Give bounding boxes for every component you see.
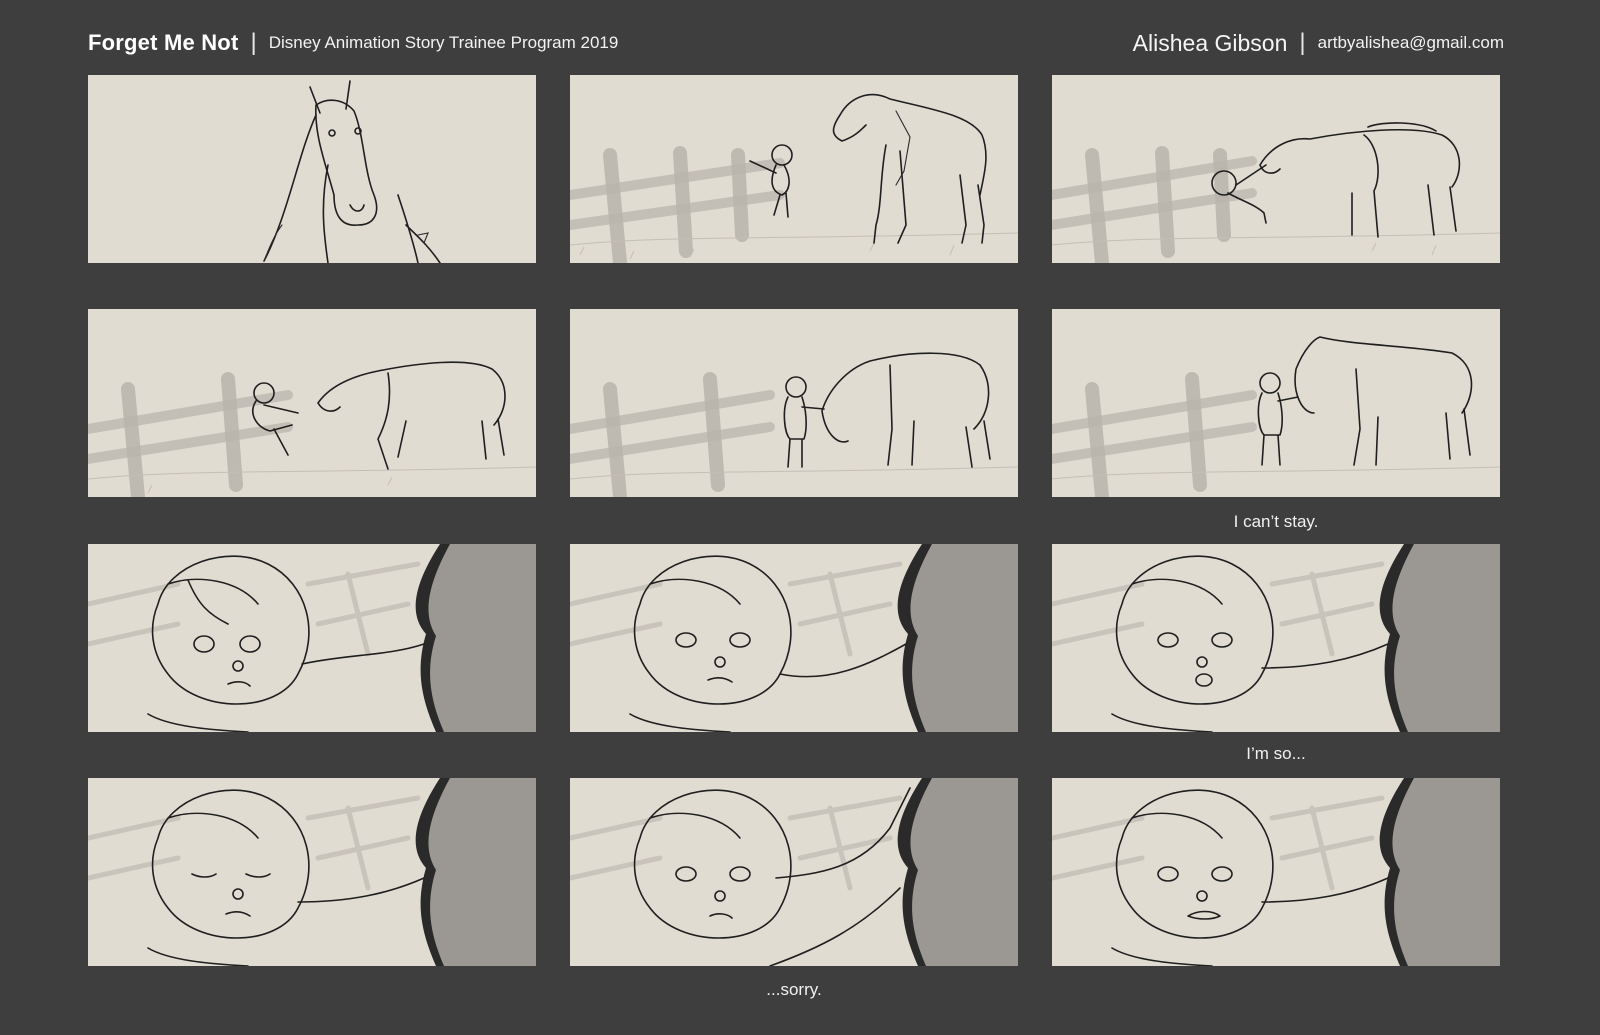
program-name: Disney Animation Story Trainee Program 2…	[268, 33, 619, 52]
author-email: artbyalishea@gmail.com	[1317, 33, 1504, 52]
storyboard-panel-9	[1052, 544, 1500, 732]
storyboard-panel-1	[88, 75, 536, 263]
header-right: Alishea Gibson | artbyalishea@gmail.com	[1133, 29, 1504, 57]
panel-caption: ...sorry.	[766, 980, 822, 999]
girl-face-closeup-sketch	[88, 544, 536, 732]
girl-petting-horse-sketch	[570, 352, 1018, 497]
header-divider: |	[1299, 29, 1306, 56]
panel-caption: I’m so...	[1246, 744, 1306, 763]
author-name: Alishea Gibson	[1132, 29, 1288, 56]
storyboard-panel-10	[88, 778, 536, 966]
project-title: Forget Me Not	[88, 30, 239, 55]
storyboard-panel-5	[570, 309, 1018, 497]
storyboard-panel-3	[1052, 75, 1500, 263]
girl-face-closeup-sketch	[570, 778, 1018, 966]
girl-climbing-fence-sketch	[88, 361, 536, 497]
girl-face-closeup-sketch	[1052, 778, 1500, 966]
storyboard-panel-6	[1052, 309, 1500, 497]
storyboard-panel-11	[570, 778, 1018, 966]
panel-caption: I can’t stay.	[1233, 512, 1319, 531]
storyboard-panel-8	[570, 544, 1018, 732]
girl-on-fence-horse-sketch	[570, 93, 1018, 263]
header: Forget Me Not | Disney Animation Story T…	[88, 26, 1504, 60]
storyboard-panel-4	[88, 309, 536, 497]
header-left: Forget Me Not | Disney Animation Story T…	[88, 29, 618, 57]
header-divider: |	[250, 29, 257, 56]
storyboard-panel-2	[570, 75, 1018, 263]
girl-face-closeup-sketch	[570, 544, 1018, 732]
storyboard-panel-7	[88, 544, 536, 732]
girl-face-closeup-sketch	[1052, 544, 1500, 732]
girl-face-closeup-sketch	[88, 778, 536, 966]
horse-closeup-sketch	[263, 80, 441, 263]
girl-reaching-horse-sketch	[1052, 122, 1500, 263]
storyboard-panel-12	[1052, 778, 1500, 966]
girl-facing-horse-sketch	[1052, 336, 1500, 497]
